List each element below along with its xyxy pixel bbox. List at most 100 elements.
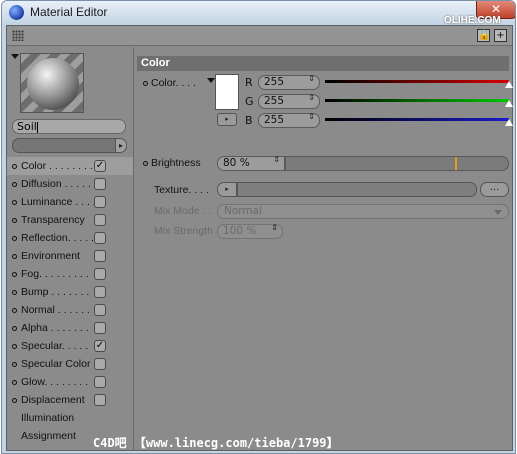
checkbox[interactable] xyxy=(94,178,106,190)
channel-item[interactable]: Color . . . . . . . . ✓ xyxy=(7,157,133,175)
mix-strength-label: Mix Strength xyxy=(154,225,213,237)
play-icon[interactable]: ▸ xyxy=(115,138,127,153)
channel-item[interactable]: Diffusion . . . . . xyxy=(7,175,133,193)
animate-dot-icon[interactable] xyxy=(143,161,148,166)
brightness-slider[interactable] xyxy=(285,156,509,171)
b-value-field[interactable]: 255 ⇕ xyxy=(258,113,320,128)
checkbox-checked[interactable]: ✓ xyxy=(94,340,106,352)
checkbox[interactable] xyxy=(94,304,106,316)
spinner-icon[interactable]: ⇕ xyxy=(308,75,315,83)
channel-label: Assignment xyxy=(21,430,76,442)
play-icon[interactable]: ▸ xyxy=(217,182,237,197)
texture-label: Texture. . . . xyxy=(154,184,209,196)
spinner-icon[interactable]: ⇕ xyxy=(308,113,315,121)
texture-browse-button[interactable]: ... xyxy=(480,182,509,197)
brightness-slider-handle[interactable] xyxy=(455,157,457,170)
channel-item[interactable]: Reflection. . . . . xyxy=(7,229,133,247)
channel-item[interactable]: Bump . . . . . . . xyxy=(7,283,133,301)
animate-dot-icon[interactable] xyxy=(143,81,148,86)
mix-mode-select[interactable]: Normal xyxy=(217,204,509,219)
channel-item[interactable]: Illumination xyxy=(7,409,133,427)
checkbox[interactable] xyxy=(94,286,106,298)
channel-dot-icon xyxy=(12,182,17,187)
text-caret xyxy=(36,121,38,133)
checkbox[interactable] xyxy=(94,376,106,388)
checkbox[interactable] xyxy=(94,232,106,244)
color-options-arrow-icon[interactable] xyxy=(207,78,215,83)
mix-mode-value: Normal xyxy=(224,205,262,217)
checkbox[interactable] xyxy=(94,394,106,406)
channel-dot-icon xyxy=(12,272,17,277)
channel-dot-icon xyxy=(12,326,17,331)
b-slider-handle[interactable] xyxy=(505,119,513,126)
g-slider[interactable] xyxy=(325,99,509,102)
checkbox[interactable] xyxy=(94,268,106,280)
grip-icon[interactable] xyxy=(12,30,24,41)
channel-item[interactable]: Transparency xyxy=(7,211,133,229)
texture-field[interactable] xyxy=(237,182,477,197)
brightness-value-field[interactable]: 80 % ⇕ xyxy=(217,156,285,171)
editor-content: 🔒 + Soil ▸ Color . . . . . . . . ✓ Diffusi… xyxy=(6,25,513,451)
r-value-field[interactable]: 255 ⇕ xyxy=(258,75,320,90)
channel-item[interactable]: Fog. . . . . . . . . xyxy=(7,265,133,283)
channel-label: Illumination xyxy=(21,412,75,424)
channel-dot-icon xyxy=(12,344,17,349)
channel-dot-icon xyxy=(12,218,17,223)
b-label: B xyxy=(245,114,253,127)
g-value-field[interactable]: 255 ⇕ xyxy=(258,94,320,109)
checkbox[interactable] xyxy=(94,214,106,226)
channel-item[interactable]: Luminance . . . . xyxy=(7,193,133,211)
channel-dot-icon xyxy=(12,200,17,205)
channel-label: Normal . . . . . . xyxy=(21,304,90,316)
channel-dot-icon xyxy=(12,362,17,367)
material-type-dropdown[interactable] xyxy=(12,138,116,153)
channel-label: Fog. . . . . . . . . xyxy=(21,268,89,280)
channel-label: Environment xyxy=(21,250,80,262)
channel-item[interactable]: Specular. . . . . ✓ xyxy=(7,337,133,355)
g-slider-handle[interactable] xyxy=(505,100,513,107)
channel-label: Color . . . . . . . . xyxy=(21,160,93,172)
spinner-icon[interactable]: ⇕ xyxy=(308,94,315,102)
channel-item[interactable]: Specular Color xyxy=(7,355,133,373)
checkbox[interactable] xyxy=(94,358,106,370)
checkbox-checked[interactable]: ✓ xyxy=(94,160,106,172)
channel-label: Diffusion . . . . . xyxy=(21,178,91,190)
material-name-input[interactable]: Soil xyxy=(12,119,126,134)
channel-dot-icon xyxy=(12,236,17,241)
channel-label: Bump . . . . . . . xyxy=(21,286,90,298)
channel-item[interactable]: Normal . . . . . . xyxy=(7,301,133,319)
channel-item[interactable]: Displacement xyxy=(7,391,133,409)
mix-strength-field[interactable]: 100 % ⇕ xyxy=(217,224,283,239)
dropdown-arrow-icon[interactable] xyxy=(11,54,19,59)
cinema4d-app-icon xyxy=(9,5,24,20)
r-slider-handle[interactable] xyxy=(505,81,513,88)
checkbox[interactable] xyxy=(94,250,106,262)
channel-item[interactable]: Environment xyxy=(7,247,133,265)
lock-icon[interactable]: 🔒 xyxy=(477,29,490,42)
channel-dot-icon xyxy=(12,398,17,403)
checkbox[interactable] xyxy=(94,196,106,208)
r-slider[interactable] xyxy=(325,80,509,83)
channel-item[interactable]: Alpha . . . . . . . xyxy=(7,319,133,337)
spinner-icon[interactable]: ⇕ xyxy=(271,224,278,232)
plus-icon[interactable]: + xyxy=(494,29,507,42)
channel-label: Alpha . . . . . . . xyxy=(21,322,89,334)
material-preview[interactable] xyxy=(20,53,84,113)
color-swatch[interactable] xyxy=(215,74,239,110)
b-slider[interactable] xyxy=(325,118,509,121)
channel-dot-icon xyxy=(12,308,17,313)
brightness-value-text: 80 % xyxy=(223,157,250,169)
title-bar[interactable]: Material Editor ✕ OLIHE.COM xyxy=(2,1,515,26)
channel-label: Specular Color xyxy=(21,358,91,370)
channel-label: Glow. . . . . . . . xyxy=(21,376,89,388)
window-title: Material Editor xyxy=(30,5,108,19)
spinner-icon[interactable]: ⇕ xyxy=(273,156,280,164)
g-label: G xyxy=(245,95,254,108)
b-value-text: 255 xyxy=(264,114,285,126)
play-icon[interactable]: ▸ xyxy=(217,113,237,126)
channel-item[interactable]: Glow. . . . . . . . xyxy=(7,373,133,391)
channel-label: Displacement xyxy=(21,394,85,406)
checkbox[interactable] xyxy=(94,322,106,334)
preview-sphere xyxy=(27,58,79,110)
channel-label: Luminance . . . . xyxy=(21,196,96,208)
